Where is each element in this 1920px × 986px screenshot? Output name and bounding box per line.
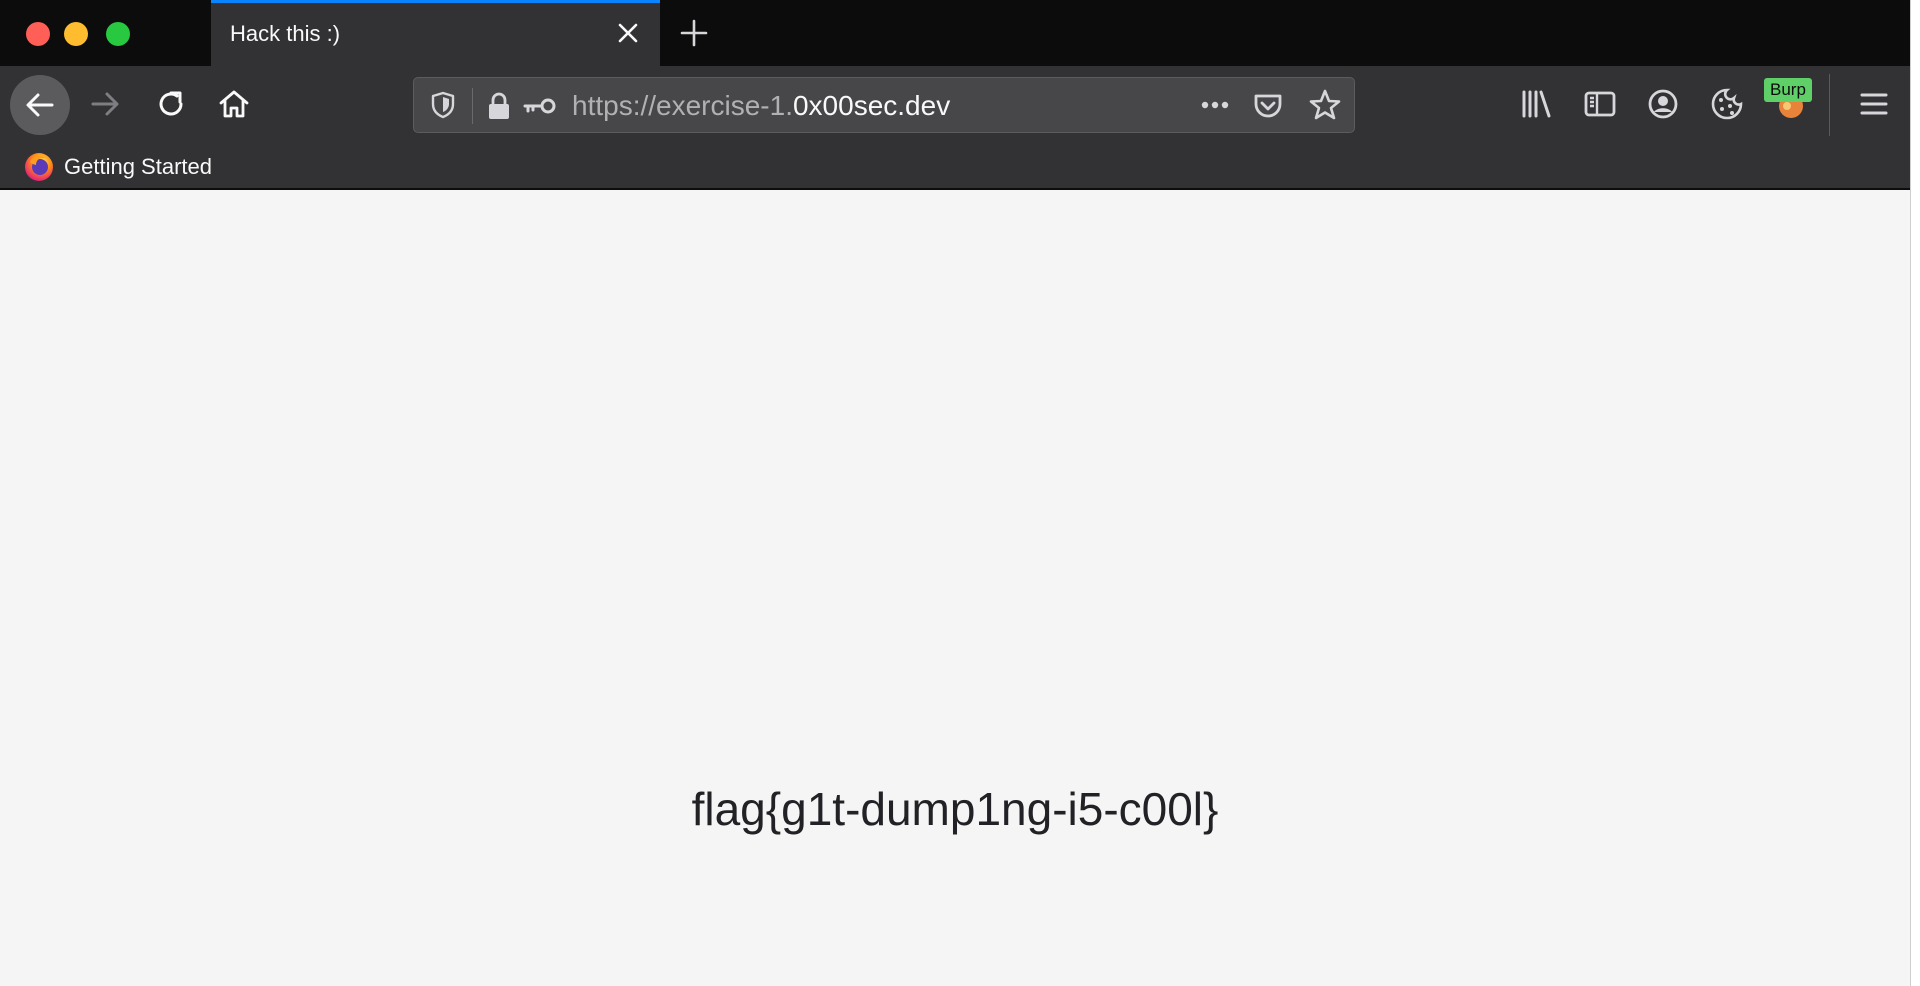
active-tab[interactable]: Hack this :)	[211, 0, 660, 66]
cookie-icon[interactable]	[1709, 86, 1745, 122]
bookmark-label: Getting Started	[64, 154, 212, 179]
tab-accent-line	[211, 0, 660, 3]
library-icon[interactable]	[1518, 86, 1554, 122]
close-tab-icon[interactable]	[614, 19, 642, 47]
key-icon[interactable]	[522, 94, 558, 118]
reload-icon[interactable]	[141, 74, 201, 134]
url-scheme-prefix: https://exercise-1.	[572, 90, 793, 121]
sidebar-icon[interactable]	[1582, 86, 1618, 122]
window-close-button[interactable]	[26, 22, 50, 46]
page-content: flag{g1t-dump1ng-i5-c00l}	[0, 190, 1910, 986]
home-icon[interactable]	[204, 74, 264, 134]
account-icon[interactable]	[1645, 86, 1681, 122]
new-tab-icon[interactable]	[678, 17, 710, 49]
navigation-toolbar: https://exercise-1.0x00sec.dev Burp	[0, 66, 1910, 146]
pocket-icon[interactable]	[1252, 90, 1284, 122]
burp-badge: Burp	[1764, 78, 1812, 102]
tab-strip: Hack this :)	[0, 0, 1910, 66]
url-bar[interactable]: https://exercise-1.0x00sec.dev	[413, 77, 1355, 133]
window-maximize-button[interactable]	[106, 22, 130, 46]
bookmark-star-icon[interactable]	[1308, 88, 1342, 122]
url-bar-divider	[472, 88, 473, 124]
toolbar-divider	[1829, 74, 1830, 136]
back-arrow-icon[interactable]	[10, 75, 70, 135]
browser-window: Hack this :) https://exercise-1.0x00sec.…	[0, 0, 1911, 986]
firefox-icon	[24, 152, 54, 182]
url-text[interactable]: https://exercise-1.0x00sec.dev	[572, 91, 950, 121]
window-minimize-button[interactable]	[64, 22, 88, 46]
url-host: 0x00sec.dev	[792, 90, 951, 121]
bookmark-getting-started[interactable]: Getting Started	[24, 152, 212, 182]
flag-text: flag{g1t-dump1ng-i5-c00l}	[691, 783, 1219, 835]
forward-arrow-icon[interactable]	[75, 74, 135, 134]
hamburger-menu-icon[interactable]	[1856, 86, 1892, 122]
tracking-protection-shield-icon[interactable]	[428, 90, 458, 120]
page-actions-icon[interactable]	[1197, 90, 1233, 120]
tab-title: Hack this :)	[230, 21, 341, 46]
bookmarks-toolbar: Getting Started	[0, 146, 1910, 190]
lock-icon[interactable]	[486, 91, 512, 121]
